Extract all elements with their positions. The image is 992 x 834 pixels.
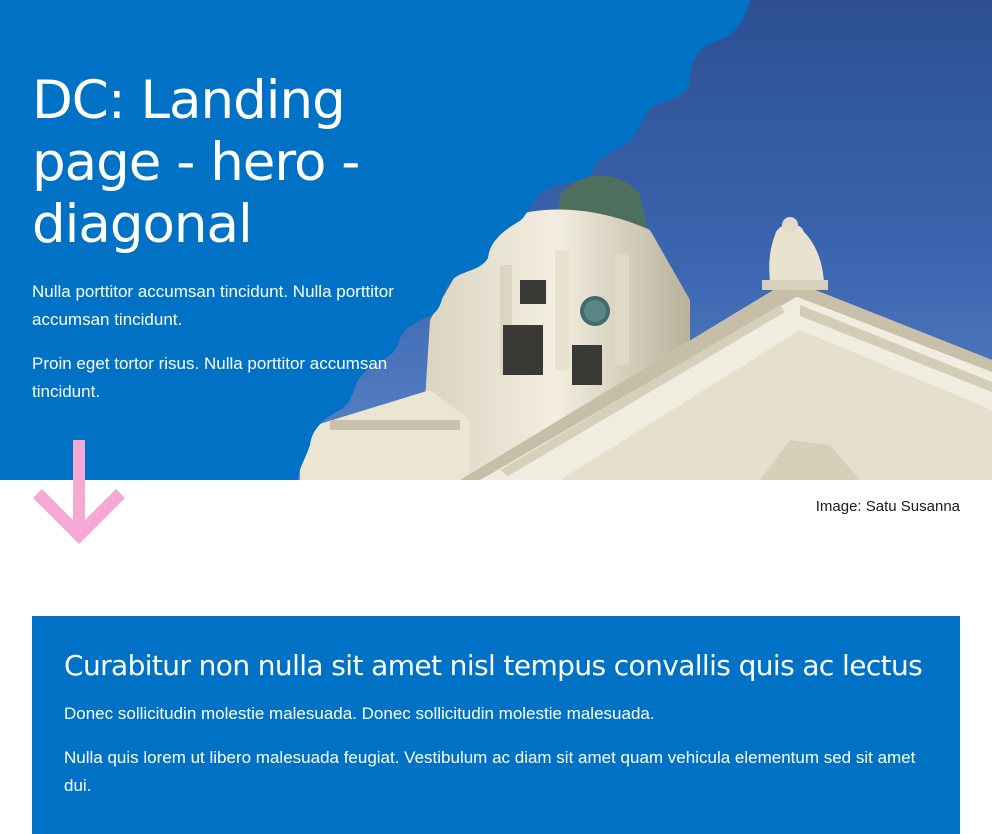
hero-section: DC: Landing page - hero - diagonal Nulla… [0,0,992,480]
info-box: Curabitur non nulla sit amet nisl tempus… [32,616,960,834]
landing-page: DC: Landing page - hero - diagonal Nulla… [0,0,992,834]
hero-paragraph: Nulla porttitor accumsan tincidunt. Null… [32,282,394,329]
image-caption: Image: Satu Susanna [815,498,960,515]
hero-text-block: DC: Landing page - hero - diagonal Nulla… [32,70,442,422]
page-title: DC: Landing page - hero - diagonal [32,70,360,255]
arrow-down-icon [33,440,125,544]
info-box-heading: Curabitur non nulla sit amet nisl tempus… [64,649,923,682]
info-box-paragraph: Donec sollicitudin molestie malesuada. D… [64,704,655,723]
info-box-paragraph: Nulla quis lorem ut libero malesuada feu… [64,748,916,795]
hero-paragraph: Proin eget tortor risus. Nulla porttitor… [32,354,388,401]
